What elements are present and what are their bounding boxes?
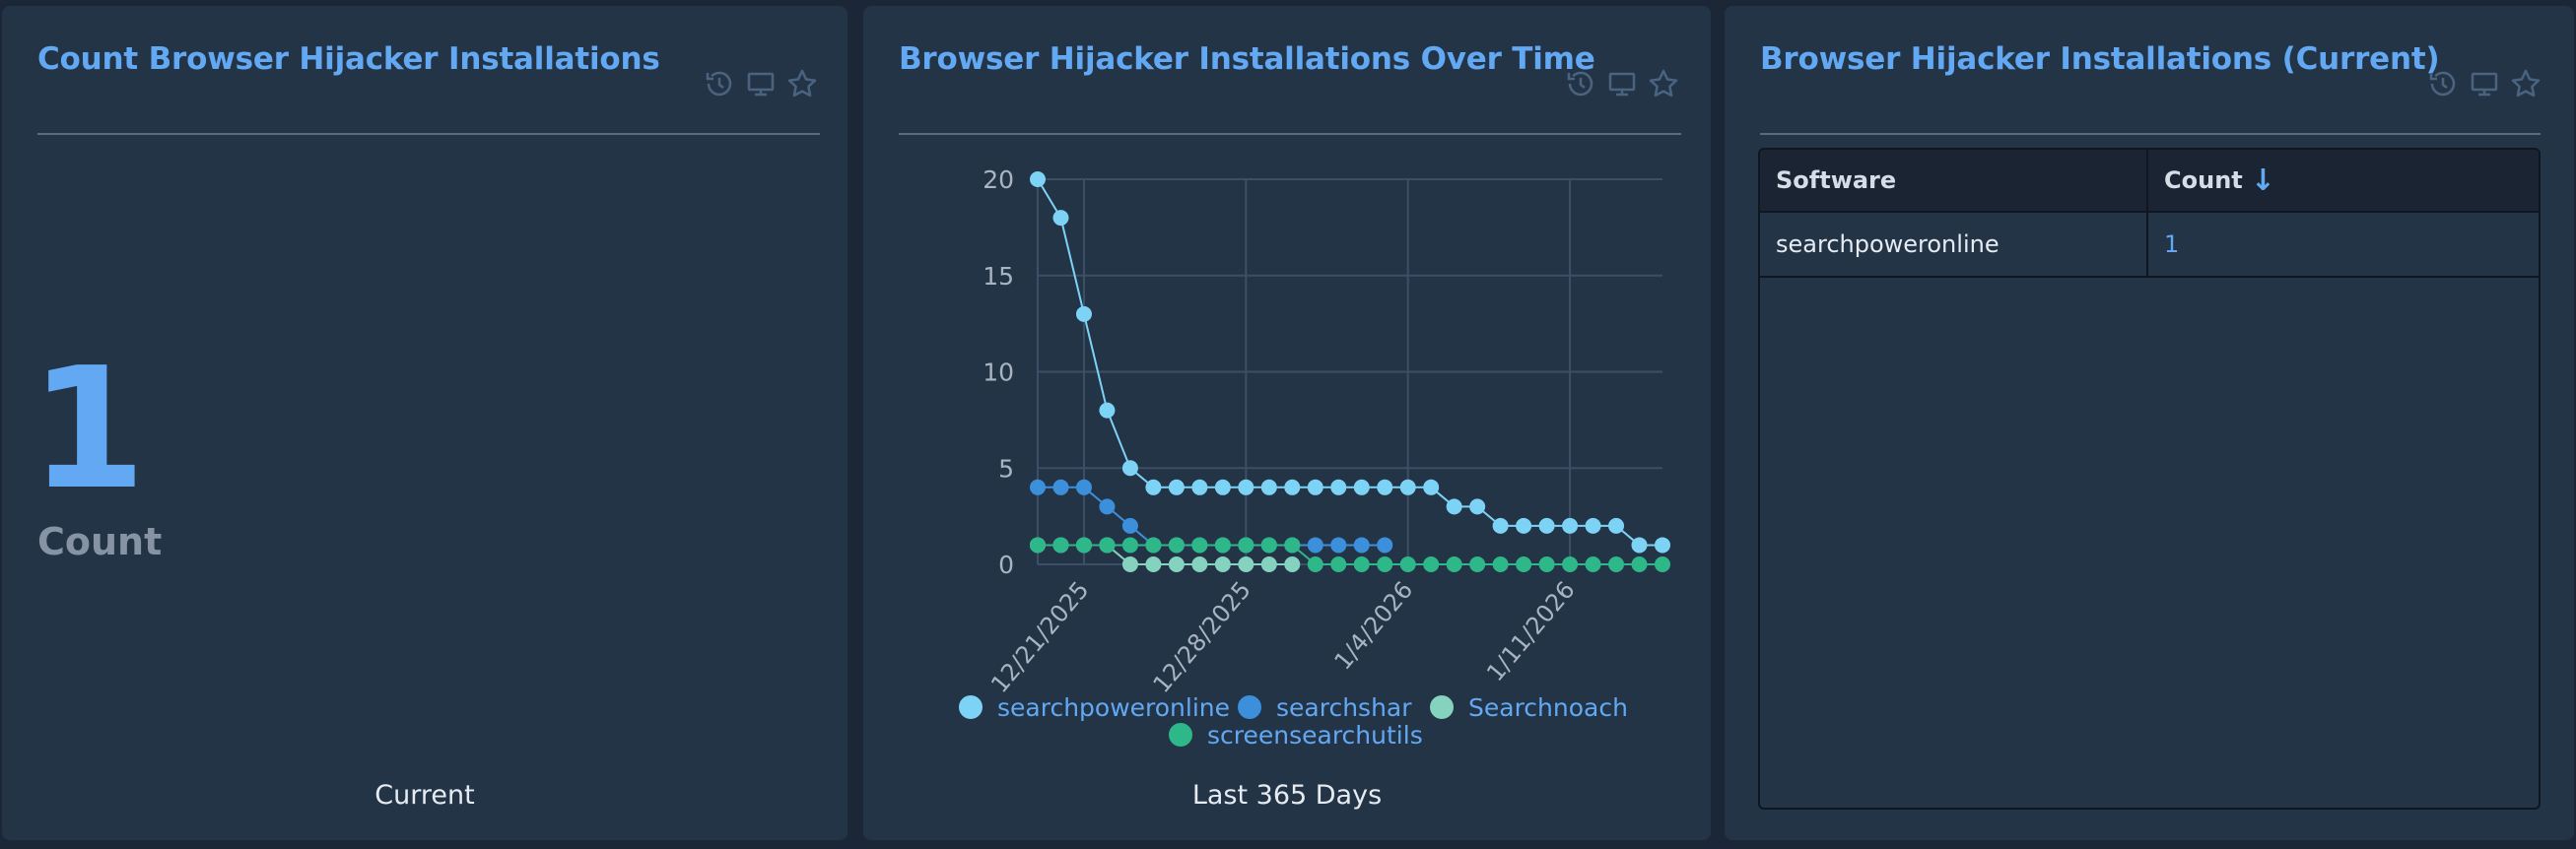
legend-marker: [1238, 695, 1261, 719]
data-point: [1238, 556, 1254, 572]
data-point: [1585, 517, 1601, 534]
series-line-searchshar: [1038, 486, 1386, 547]
data-point: [1377, 537, 1393, 554]
x-tick-label: 12/21/2025: [985, 576, 1094, 698]
data-point: [1168, 556, 1185, 572]
legend-marker: [1430, 695, 1454, 719]
data-point: [1307, 556, 1323, 572]
data-point: [1191, 556, 1208, 572]
data-point: [1330, 479, 1347, 495]
data-point: [1075, 305, 1092, 322]
data-point: [1585, 556, 1601, 572]
data-point: [1399, 479, 1416, 495]
data-point: [1075, 479, 1092, 495]
data-point: [1099, 402, 1116, 419]
data-point: [1377, 556, 1393, 572]
data-point: [1353, 556, 1370, 572]
y-tick-label: 5: [998, 454, 1014, 483]
data-point: [1631, 537, 1648, 554]
data-point: [1121, 556, 1138, 572]
data-point: [1631, 556, 1648, 572]
data-point: [1353, 537, 1370, 554]
data-point: [1168, 537, 1185, 554]
data-point: [1516, 517, 1532, 534]
installations-line-chart: 0 5 10 15 20 12/21/2025 12/28/2025 1/4/2026 1/11…: [959, 165, 1670, 750]
data-point: [1469, 556, 1486, 572]
x-tick-label: 1/4/2026: [1329, 576, 1419, 676]
data-point: [1238, 479, 1254, 495]
series-line-searchpoweronline: [1037, 178, 1662, 547]
data-point: [1145, 479, 1162, 495]
data-point: [1052, 479, 1069, 495]
data-point: [1469, 498, 1486, 515]
data-point: [1238, 537, 1254, 554]
data-point: [1099, 537, 1116, 554]
data-point: [1655, 537, 1670, 554]
series-line-Searchnoach: [1038, 544, 1293, 565]
data-point: [1377, 479, 1393, 495]
data-point: [1284, 556, 1301, 572]
data-point: [1307, 537, 1323, 554]
data-point: [1214, 537, 1231, 554]
data-point: [1052, 537, 1069, 554]
data-point: [1562, 517, 1579, 534]
data-point: [1191, 537, 1208, 554]
y-tick-label: 0: [998, 551, 1014, 579]
data-point: [1121, 460, 1138, 477]
x-tick-label: 1/11/2026: [1481, 576, 1581, 686]
data-point: [1608, 556, 1625, 572]
data-point: [1399, 556, 1416, 572]
data-point: [1260, 537, 1277, 554]
data-point: [1284, 479, 1301, 495]
data-point: [1423, 556, 1440, 572]
data-point: [1446, 498, 1462, 515]
data-point: [1075, 537, 1092, 554]
y-tick-label: 20: [983, 165, 1014, 194]
data-point: [1446, 556, 1462, 572]
data-point: [1538, 517, 1555, 534]
data-point: [1608, 517, 1625, 534]
data-point: [1492, 517, 1509, 534]
data-point: [1168, 479, 1185, 495]
legend-label[interactable]: searchpoweronline: [997, 693, 1230, 722]
data-point: [1423, 479, 1440, 495]
data-point: [1214, 556, 1231, 572]
y-tick-label: 15: [983, 262, 1014, 291]
data-point: [1330, 537, 1347, 554]
data-point: [1191, 479, 1208, 495]
legend-marker: [1169, 723, 1192, 747]
legend-label[interactable]: Searchnoach: [1468, 693, 1628, 722]
data-point: [1492, 556, 1509, 572]
data-point: [1030, 171, 1046, 187]
data-point: [1516, 556, 1532, 572]
legend-label[interactable]: searchshar: [1276, 693, 1412, 722]
legend-marker: [959, 695, 983, 719]
data-point: [1030, 537, 1046, 554]
data-point: [1562, 556, 1579, 572]
data-point: [1353, 479, 1370, 495]
data-point: [1284, 537, 1301, 554]
data-point: [1121, 517, 1138, 534]
data-point: [1030, 479, 1046, 495]
data-point: [1052, 210, 1069, 227]
data-point: [1260, 479, 1277, 495]
y-tick-label: 10: [983, 359, 1014, 387]
data-point: [1214, 479, 1231, 495]
data-point: [1099, 498, 1116, 515]
x-tick-label: 12/28/2025: [1148, 576, 1256, 698]
data-point: [1260, 556, 1277, 572]
data-point: [1655, 556, 1670, 572]
data-point: [1538, 556, 1555, 572]
data-point: [1330, 556, 1347, 572]
data-point: [1145, 556, 1162, 572]
data-point: [1307, 479, 1323, 495]
legend-label[interactable]: screensearchutils: [1207, 721, 1423, 750]
data-point: [1121, 537, 1138, 554]
data-point: [1145, 537, 1162, 554]
